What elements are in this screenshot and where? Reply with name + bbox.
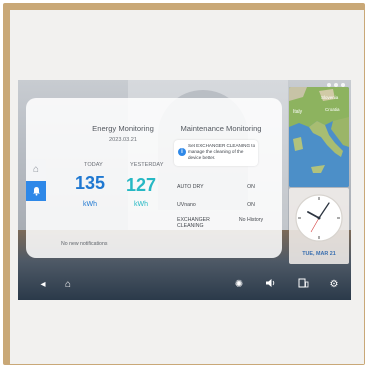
map-widget[interactable]: Italy Slovenia Croatia — [289, 87, 349, 187]
info-icon: i — [178, 148, 186, 156]
yesterday-value: 127 — [125, 175, 157, 195]
exchanger-cleaning-value: No History — [238, 217, 264, 223]
screen-icon[interactable] — [296, 278, 310, 292]
bell-icon — [32, 187, 40, 196]
today-label: TODAY — [84, 162, 103, 168]
map-image: Italy Slovenia Croatia — [289, 87, 349, 187]
volume-icon[interactable] — [263, 278, 277, 292]
today-value: 135 — [74, 173, 106, 193]
side-notification-button[interactable] — [26, 181, 46, 201]
maintenance-tip-text: Set EXCHANGER CLEANING to manage the cle… — [188, 143, 256, 160]
home-icon[interactable]: ⌂ — [61, 278, 75, 292]
auto-dry-value: ON — [247, 184, 255, 190]
back-icon[interactable]: ◂ — [36, 278, 50, 292]
energy-date: 2023.03.21 — [109, 137, 137, 143]
maintenance-title: Maintenance Monitoring — [180, 124, 262, 133]
brightness-icon[interactable]: ✺ — [232, 278, 246, 292]
maintenance-tip[interactable]: i Set EXCHANGER CLEANING to manage the c… — [174, 140, 258, 166]
map-label-croatia: Croatia — [325, 107, 340, 112]
bottom-navigation-bar: ◂ ⌂ ✺ ⚙ — [18, 276, 351, 294]
yesterday-unit: kWh — [134, 201, 148, 208]
uvnano-value: ON — [247, 202, 255, 208]
settings-icon[interactable]: ⚙ — [327, 278, 341, 292]
today-unit: kWh — [83, 201, 97, 208]
clock-widget[interactable]: TUE, MAR 21 — [289, 188, 349, 264]
energy-title: Energy Monitoring — [92, 124, 154, 133]
exchanger-cleaning-label: EXCHANGER CLEANING — [177, 217, 210, 230]
analog-clock — [295, 194, 343, 242]
yesterday-label: YESTERDAY — [130, 162, 164, 168]
uvnano-label: UVnano — [177, 202, 196, 208]
no-notifications-text: No new notifications — [61, 241, 108, 247]
clock-date: TUE, MAR 21 — [302, 251, 336, 257]
auto-dry-label: AUTO DRY — [177, 184, 204, 190]
map-label-slovenia: Slovenia — [321, 95, 339, 100]
side-home-button[interactable]: ⌂ — [26, 159, 46, 179]
home-icon: ⌂ — [32, 163, 40, 175]
monitoring-card: ⌂ Energy Monitoring 2023.03.21 TODAY YES… — [26, 98, 282, 258]
map-label-italy: Italy — [293, 109, 303, 115]
device-screen: ⌂ Energy Monitoring 2023.03.21 TODAY YES… — [18, 80, 351, 300]
